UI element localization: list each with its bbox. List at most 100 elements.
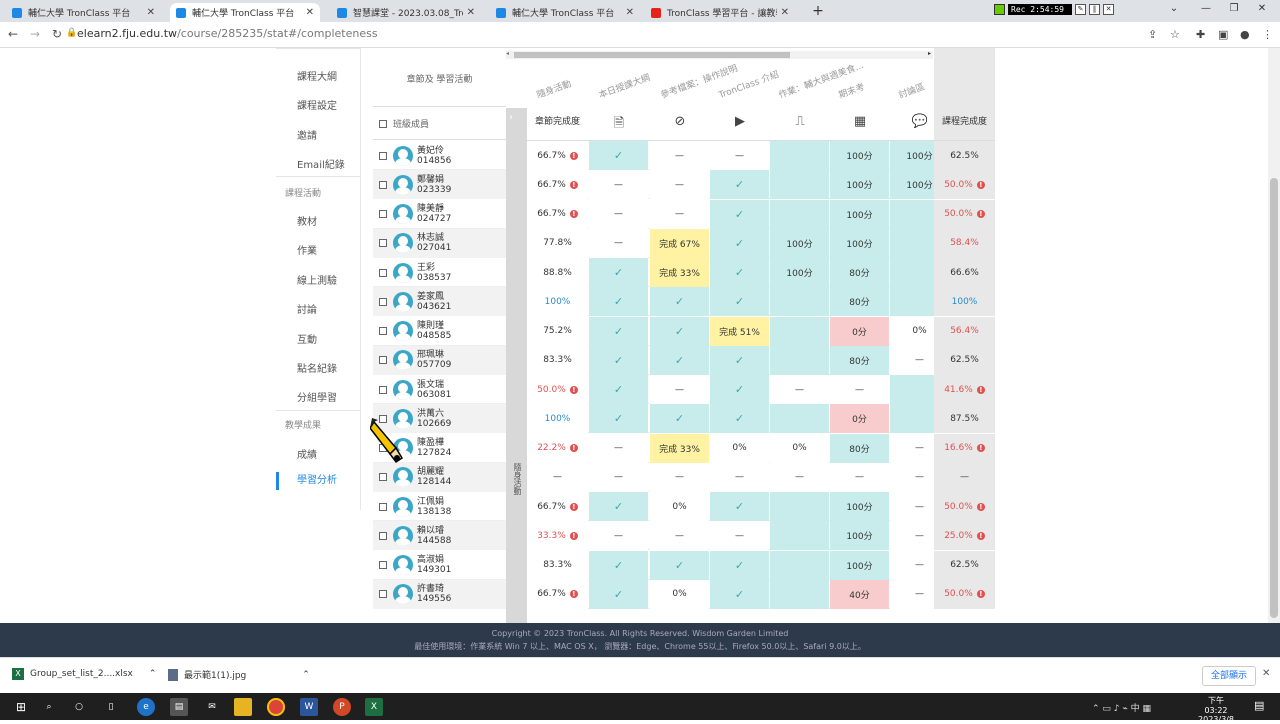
sidebar-item-discussion[interactable]: 討論 xyxy=(276,301,361,316)
tray-icons[interactable]: ⌃ ▭ ♪ ⌁ 中 ▦ xyxy=(1092,701,1151,714)
activity-cell[interactable]: ✓ xyxy=(589,258,648,287)
activity-cell[interactable]: ✓ xyxy=(650,550,709,580)
activity-header[interactable]: 討論區 xyxy=(897,80,927,101)
activity-cell[interactable]: — xyxy=(589,462,648,492)
sidebar-item-email[interactable]: Email紀錄 xyxy=(276,156,361,171)
lock-icon[interactable]: 🔒 xyxy=(66,28,77,38)
sidebar-item-interaction[interactable]: 互動 xyxy=(276,331,361,346)
activity-cell[interactable]: 0分 xyxy=(830,404,889,434)
sidebar-item-syllabus[interactable]: 課程大綱 xyxy=(276,68,361,83)
activity-cell[interactable]: 0% xyxy=(650,492,709,521)
activity-cell[interactable] xyxy=(770,287,829,317)
activity-header[interactable]: 本日授課大綱 xyxy=(597,70,652,101)
activity-cell[interactable]: 100分 xyxy=(830,170,889,200)
new-tab-button[interactable]: + xyxy=(810,3,826,19)
member-cell[interactable]: 邢珮琳 057709 xyxy=(373,346,506,375)
sidebar-item-learning-analysis[interactable]: 學習分析 xyxy=(276,472,361,490)
chevron-up-icon[interactable]: ⌃ xyxy=(302,670,310,680)
activity-cell[interactable]: — xyxy=(589,228,648,258)
recorder-close-icon[interactable]: ✕ xyxy=(1103,4,1114,15)
sidebar-item-materials[interactable]: 教材 xyxy=(276,213,361,228)
member-cell[interactable]: 鄭馨娟 023339 xyxy=(373,170,506,199)
member-cell[interactable]: 黃妃伶 014856 xyxy=(373,141,506,170)
activity-cell[interactable]: ✓ xyxy=(589,375,648,404)
restore-button[interactable]: ❐ xyxy=(1226,3,1242,14)
activity-cell[interactable]: — xyxy=(650,141,709,170)
member-cell[interactable]: 江佩娟 138138 xyxy=(373,492,506,521)
search-icon[interactable]: ⌕ xyxy=(40,698,58,716)
close-tab-icon[interactable]: ✕ xyxy=(781,7,789,18)
activity-cell[interactable]: 80分 xyxy=(830,433,889,463)
activity-cell[interactable]: 100分 xyxy=(830,199,889,229)
activity-cell[interactable]: 100分 xyxy=(830,228,889,258)
sidebar-item-rollcall[interactable]: 點名紀錄 xyxy=(276,360,361,375)
browser-tab[interactable]: 輔仁大學 TronClass 平台 ✕ xyxy=(490,3,640,22)
browser-tab[interactable]: TronClass 學習平台 - 讓教學與生 ✕ xyxy=(645,3,795,22)
activity-cell[interactable]: — xyxy=(589,199,648,229)
activity-cell[interactable] xyxy=(770,579,829,609)
powerpoint-icon[interactable]: P xyxy=(333,698,351,716)
activity-cell[interactable]: — xyxy=(589,433,648,463)
activity-cell[interactable]: ✓ xyxy=(710,492,769,521)
activity-cell[interactable]: 100分 xyxy=(770,258,829,287)
activity-cell[interactable]: ✓ xyxy=(589,579,648,609)
download-item-xlsx[interactable]: X Group_set_list_2....xlsx ⌃ xyxy=(12,668,156,680)
activity-cell[interactable]: 完成 67% xyxy=(650,228,709,258)
sidebar-item-settings[interactable]: 課程設定 xyxy=(276,97,361,112)
activity-cell[interactable]: — xyxy=(830,462,889,492)
sidebar-item-groups[interactable]: 分組學習 xyxy=(276,389,361,404)
activity-cell[interactable]: 100分 xyxy=(830,141,889,170)
sidebar-item-homework[interactable]: 作業 xyxy=(276,242,361,257)
activity-cell[interactable]: ✓ xyxy=(710,199,769,229)
activity-cell[interactable] xyxy=(770,492,829,521)
activity-cell[interactable]: — xyxy=(710,141,769,170)
row-checkbox[interactable] xyxy=(379,180,387,189)
activity-cell[interactable]: ✓ xyxy=(710,287,769,317)
activity-cell[interactable]: — xyxy=(770,462,829,492)
sidebar-item-grades[interactable]: 成績 xyxy=(276,446,361,461)
activity-cell[interactable]: 40分 xyxy=(830,579,889,609)
activity-cell[interactable] xyxy=(770,521,829,551)
close-tab-icon[interactable]: ✕ xyxy=(467,7,475,18)
activity-cell[interactable]: — xyxy=(710,462,769,492)
activity-cell[interactable]: — xyxy=(650,375,709,404)
row-checkbox[interactable] xyxy=(379,210,387,218)
activity-cell[interactable]: 完成 51% xyxy=(710,316,769,346)
activity-cell[interactable]: 0分 xyxy=(830,316,889,346)
sidebar-icon[interactable]: ▣ xyxy=(1218,28,1228,41)
row-checkbox[interactable] xyxy=(379,356,387,365)
tab-search-chevron-icon[interactable]: ⌄ xyxy=(1166,3,1182,14)
row-checkbox[interactable] xyxy=(379,531,387,540)
browser-tab[interactable]: 智慧課堂 - 2023.03.08_TronCla ✕ xyxy=(331,3,481,22)
download-item-jpg[interactable]: 最示範1(1).jpg ⌃ xyxy=(168,668,310,681)
activity-cell[interactable]: ✓ xyxy=(650,316,709,346)
member-cell[interactable]: 林志誠 027041 xyxy=(373,229,506,258)
vertical-scrollbar[interactable] xyxy=(1268,48,1280,623)
activity-cell[interactable]: — xyxy=(650,462,709,492)
activity-cell[interactable]: ✓ xyxy=(710,170,769,200)
activity-cell[interactable]: — xyxy=(650,199,709,229)
profile-icon[interactable]: ● xyxy=(1240,28,1250,41)
activity-cell[interactable]: 0% xyxy=(770,433,829,463)
member-cell[interactable]: 姜家鳳 043621 xyxy=(373,287,506,316)
activity-cell[interactable]: — xyxy=(770,375,829,404)
store-icon[interactable]: ▤ xyxy=(170,698,188,716)
activity-cell[interactable] xyxy=(770,316,829,346)
activity-cell[interactable] xyxy=(770,550,829,580)
bookmark-star-icon[interactable]: ☆ xyxy=(1170,28,1180,41)
row-checkbox[interactable] xyxy=(379,590,387,599)
activity-cell[interactable]: 100分 xyxy=(770,228,829,258)
member-cell[interactable]: 胡麗耀 128144 xyxy=(373,463,506,492)
activity-cell[interactable]: ✓ xyxy=(710,375,769,404)
share-icon[interactable]: ⇪ xyxy=(1148,28,1157,41)
browser-tab[interactable]: 輔仁大學 TronClass 平台 ✕ xyxy=(6,3,161,22)
activity-cell[interactable]: ✓ xyxy=(589,316,648,346)
select-all-checkbox[interactable] xyxy=(379,119,387,128)
activity-cell[interactable]: ✓ xyxy=(589,345,648,375)
recorder-pause-icon[interactable]: ‖ xyxy=(1089,4,1100,15)
activity-cell[interactable]: 0% xyxy=(650,579,709,609)
chrome-icon[interactable] xyxy=(267,698,285,716)
close-tab-icon[interactable]: ✕ xyxy=(306,7,314,18)
edge-icon[interactable]: e xyxy=(137,698,155,716)
row-checkbox[interactable] xyxy=(379,473,387,482)
